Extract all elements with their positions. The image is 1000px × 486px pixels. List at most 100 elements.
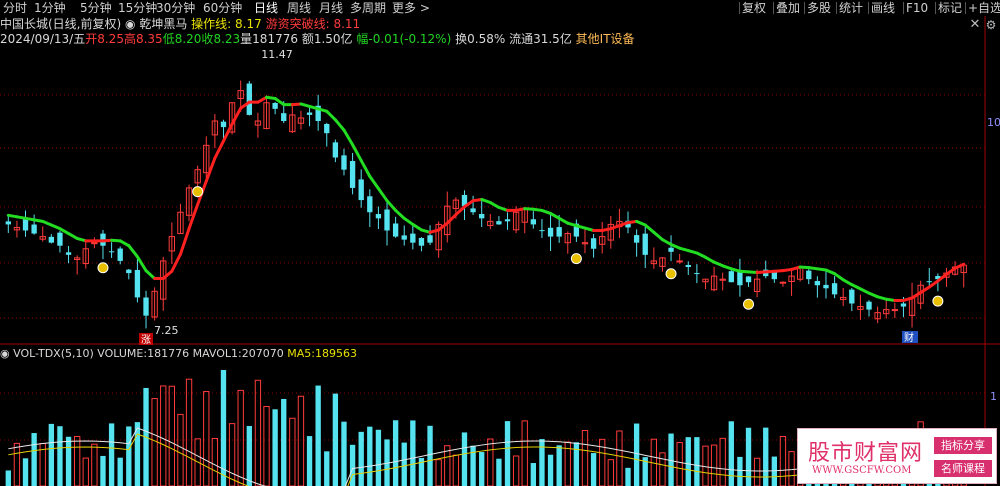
candle-body [246,83,252,115]
volume-bar [48,423,55,486]
candle-body [117,248,123,261]
volume-panel-icon[interactable]: ◉ [0,347,13,360]
candle-body [220,121,227,128]
operation-line-segment [944,266,957,276]
volume-bar [126,426,132,486]
volume-bar [254,379,262,486]
volume-bar [341,421,347,486]
vol-mavol1-label: MAVOL1: [192,347,242,360]
volume-bar [31,433,37,486]
operation-line-segment [445,213,458,225]
stock-chart[interactable]: 11.47 7.25涨 财 10 1 [0,0,1000,486]
volume-bar [694,437,700,486]
volume-bar [521,420,528,486]
candle-body [676,260,683,263]
candle-body [866,301,872,310]
vol-indicator-name[interactable]: VOL-TDX(5,10) [13,347,94,360]
volume-bar [452,454,460,486]
candle-body [324,123,330,134]
volume-bar [375,429,382,486]
right-axis-label: 10 [987,116,1000,129]
volume-bar [5,470,11,486]
operation-line-segment [351,143,363,163]
operation-line-segment [178,227,191,256]
volume-bar [710,444,718,486]
candle-body [401,235,407,240]
watermark-logo: 股市财富网 WWW.GSCFW.COM 指标分享 名师课程 [797,428,997,484]
volume-bar [246,426,252,486]
volume-bar [315,385,321,486]
volume-bar [177,413,184,486]
volume-bar [616,430,623,486]
candle-body [737,271,743,286]
operation-line-segment [144,269,157,281]
candle-body [530,219,537,225]
watermark-tag-course: 名师课程 [934,460,992,477]
operation-line-segment [359,159,372,178]
vol-volume-label: VOLUME: [97,347,148,360]
volume-bar [779,435,787,486]
volume-bar [22,458,29,486]
operation-line-segment [411,222,423,232]
operation-line-segment [385,199,398,212]
right-axis-volume-label: 1 [990,390,997,403]
candle-body [728,271,734,283]
operation-line-segment [394,208,406,220]
signal-moneybag-icon [192,186,204,198]
vol-mavol1-value: 207070 [241,347,284,360]
volume-bar [57,426,63,486]
candle-body [418,237,425,246]
volume-bar [530,463,537,486]
operation-line-segment [213,139,225,160]
volume-bar [719,437,726,486]
volume-bar [685,437,691,486]
volume-bar [753,457,761,486]
operation-line-segment [402,216,415,226]
volume-bar [324,451,330,486]
volume-bar [73,435,81,486]
candle-body [272,102,278,109]
signal-moneybag-icon [665,268,677,280]
volume-bar [556,445,562,486]
volume-bar [151,398,158,486]
volume-bar [168,385,176,486]
volume-bar [788,451,795,486]
volume-bar [297,395,305,486]
vol-ma5-label: MA5: [287,347,315,360]
volume-bar [427,425,433,486]
candle-body [831,283,838,295]
candle-body [143,297,149,316]
volume-bar [332,393,339,486]
volume-bar [272,409,278,486]
operation-line-segment [333,118,346,132]
operation-line-segment [643,223,656,234]
candle-body [556,227,562,237]
candle-body [358,179,364,201]
volume-bar [237,389,244,486]
operation-line-segment [953,262,966,270]
volume-bar [160,385,167,486]
volume-bar [461,432,468,486]
volume-bar [737,456,743,486]
volume-bar [281,398,287,486]
operation-line-segment [230,106,243,126]
volume-bar [100,455,106,486]
operation-line-segment [454,205,466,217]
volume-bar [581,429,589,486]
candle-body [547,227,554,237]
signal-moneybag-icon [743,298,755,310]
signal-moneybag-icon [570,253,582,265]
operation-line-segment [919,285,931,295]
candle-body [332,142,339,158]
candle-body [91,242,98,245]
candle-body [22,219,29,231]
operation-line-segment [325,109,337,122]
volume-bar [367,426,373,486]
candle-body [926,281,932,283]
watermark-title: 股市财富网 [808,441,924,466]
operation-line-segment [187,202,200,231]
candle-body [108,251,115,253]
low-price-label: 7.25 [154,324,179,337]
volume-bar [203,391,210,486]
candle-body [900,303,907,307]
